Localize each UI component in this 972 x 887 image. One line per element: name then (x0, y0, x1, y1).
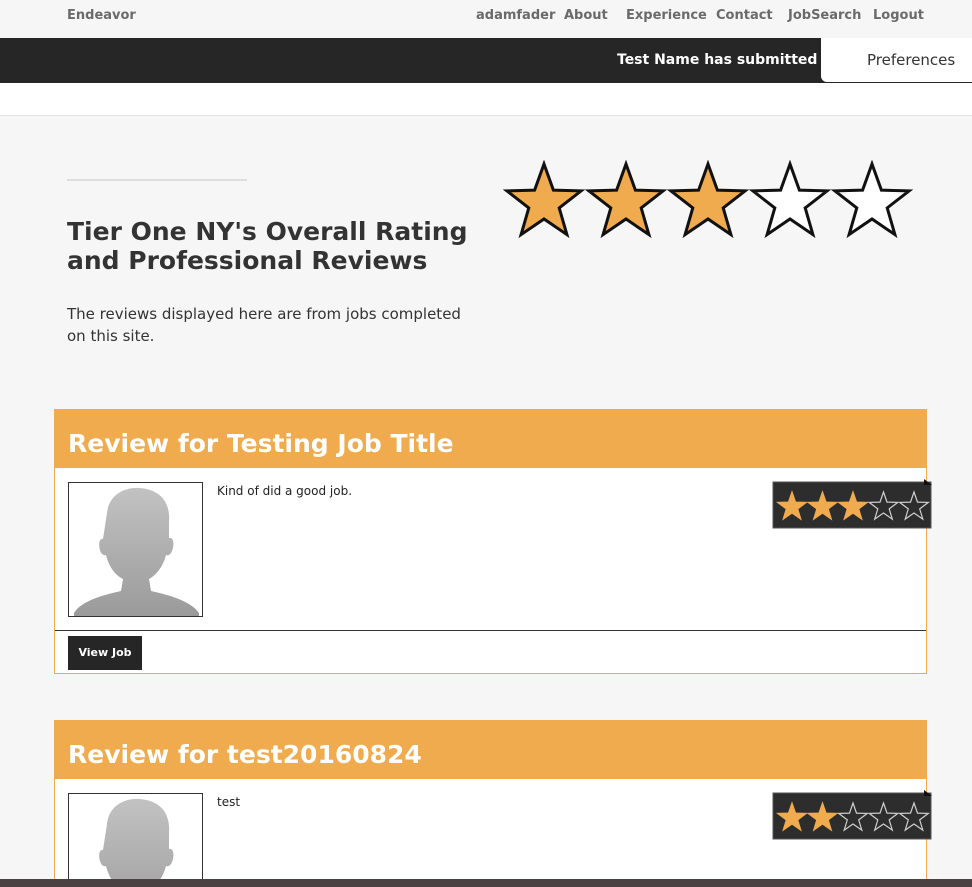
ticker-text: Test Name has submitted a bi (617, 52, 852, 68)
star-filled-icon (584, 160, 668, 239)
subheader-strip (0, 83, 972, 116)
review-card-body: test (55, 779, 932, 887)
view-job-button[interactable]: View Job (68, 636, 142, 670)
review-title: Review for test20160824 (68, 740, 422, 769)
review-card-header: Review for test20160824 (55, 721, 926, 779)
star-filled-icon (503, 160, 586, 239)
avatar-silhouette-icon (99, 798, 174, 887)
review-card: Review for test20160824 test (54, 720, 932, 887)
rating-badge (772, 790, 932, 840)
divider (67, 179, 247, 181)
review-card-footer: View Job (55, 631, 926, 673)
avatar (68, 482, 203, 617)
top-nav: Endeavor adamfader About Experience Cont… (0, 0, 972, 38)
review-card: Review for Testing Job Title Kind of did… (54, 409, 932, 674)
nav-jobsearch-link[interactable]: JobSearch (788, 8, 861, 23)
star-empty-icon (748, 160, 832, 239)
page-title: Tier One NY's Overall Rating and Profess… (67, 217, 468, 275)
review-card-body: Kind of did a good job. (55, 468, 932, 631)
brand-link[interactable]: Endeavor (67, 8, 136, 23)
avatar (68, 793, 203, 887)
star-filled-icon (666, 160, 750, 239)
nav-logout-link[interactable]: Logout (873, 8, 924, 23)
review-text: test (217, 795, 241, 809)
review-card-header: Review for Testing Job Title (55, 410, 926, 468)
star-empty-icon (830, 160, 913, 239)
review-text: Kind of did a good job. (217, 484, 353, 498)
bottom-bar (0, 879, 972, 887)
nav-experience-link[interactable]: Experience (626, 8, 707, 23)
avatar-silhouette-icon (74, 487, 199, 616)
nav-contact-link[interactable]: Contact (716, 8, 773, 23)
rating-badge (772, 479, 932, 529)
intro-text: The reviews displayed here are from jobs… (67, 305, 461, 345)
preferences-tab[interactable]: Preferences (821, 38, 972, 82)
overall-rating-stars (503, 160, 913, 239)
nav-user-link[interactable]: adamfader (476, 8, 555, 23)
nav-about-link[interactable]: About (564, 8, 608, 23)
review-title: Review for Testing Job Title (68, 429, 454, 458)
